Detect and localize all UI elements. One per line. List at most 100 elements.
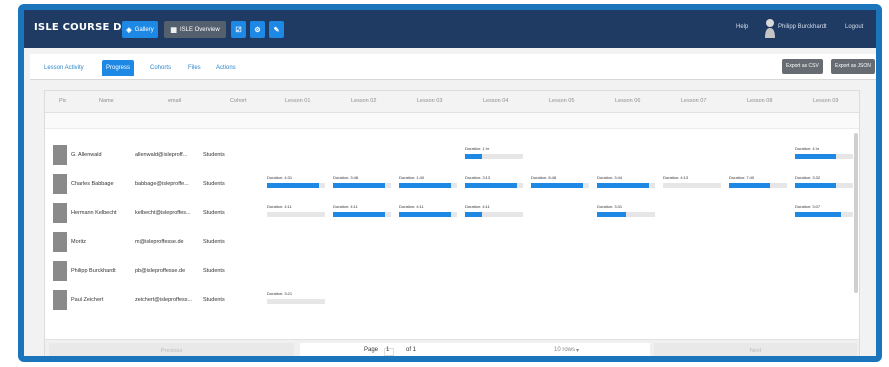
tab-files[interactable]: Files bbox=[184, 60, 205, 76]
session-progress[interactable]: Duration: 3:21 bbox=[267, 290, 327, 308]
progress-fill bbox=[795, 183, 836, 188]
lesson-label: ISLE Overview bbox=[179, 26, 220, 33]
edit-lesson-button[interactable]: ☑ bbox=[231, 21, 246, 38]
session-progress[interactable]: Duration: 4:11 bbox=[333, 203, 393, 221]
session-progress[interactable]: Duration: 1 hr bbox=[465, 145, 525, 163]
filter-row[interactable] bbox=[45, 113, 859, 129]
tab-cohorts[interactable]: Cohorts bbox=[146, 60, 175, 76]
avatar bbox=[53, 174, 67, 194]
student-cohort: Students bbox=[203, 297, 225, 303]
progress-track bbox=[597, 212, 655, 217]
tab-actions[interactable]: Actions bbox=[212, 60, 240, 76]
progress-track bbox=[333, 212, 391, 217]
table-row[interactable]: Charles Babbage babbage@isleproffe... Stud… bbox=[45, 170, 859, 198]
session-progress[interactable]: Duration: 4 hr bbox=[795, 145, 855, 163]
column-header[interactable]: Lesson 01 bbox=[285, 98, 310, 104]
column-header[interactable]: Lesson 07 bbox=[681, 98, 706, 104]
column-header[interactable]: Lesson 02 bbox=[351, 98, 376, 104]
export-csv-button[interactable]: Export as CSV bbox=[782, 59, 823, 74]
progress-fill bbox=[399, 183, 452, 188]
student-name: Paul Zeichert bbox=[71, 297, 104, 303]
gallery-icon: ◈ bbox=[126, 26, 132, 34]
session-progress[interactable]: Duration: 4:13 bbox=[663, 174, 723, 192]
table-row[interactable]: Philipp Burckhardt pb@isleproffesse.de Stu… bbox=[45, 257, 859, 285]
gallery-label: Gallery bbox=[134, 26, 154, 33]
column-header[interactable]: Pic bbox=[59, 98, 67, 104]
student-cohort: Students bbox=[203, 268, 225, 274]
progress-fill bbox=[465, 154, 483, 159]
student-email: babbage@isleproffe... bbox=[135, 181, 189, 187]
session-progress[interactable]: Duration: 3:31 bbox=[597, 203, 657, 221]
progress-track bbox=[267, 299, 325, 304]
session-progress[interactable]: Duration: 4:11 bbox=[465, 203, 525, 221]
student-name: Moritz bbox=[71, 239, 86, 245]
session-progress[interactable]: Duration: 8:48 bbox=[531, 174, 591, 192]
checkbox-icon: ☑ bbox=[235, 26, 242, 34]
pencil-icon: ✎ bbox=[273, 26, 280, 34]
progress-track bbox=[465, 154, 523, 159]
table-row[interactable]: Moritz m@isleproffesse.de Students bbox=[45, 228, 859, 256]
progress-track bbox=[597, 183, 655, 188]
progress-track bbox=[663, 183, 721, 188]
column-header[interactable]: Lesson 08 bbox=[747, 98, 772, 104]
tab-lesson-activity[interactable]: Lesson Activity bbox=[40, 60, 88, 76]
avatar bbox=[53, 261, 67, 281]
column-header[interactable]: Cohort bbox=[230, 98, 247, 104]
rows-per-page-select[interactable]: 10 rows bbox=[554, 347, 575, 353]
student-email: allenwald@isleproff... bbox=[135, 152, 188, 158]
session-progress[interactable]: Duration: 1:40 bbox=[399, 174, 459, 192]
session-progress[interactable]: Duration: 7:40 bbox=[729, 174, 789, 192]
session-duration: Duration: 4:11 bbox=[267, 204, 292, 209]
user-name[interactable]: Philipp Burckhardt bbox=[778, 24, 827, 30]
app-frame: ISLE COURSE DATA ◈ Gallery ▦ ISLE Overvi… bbox=[18, 4, 882, 362]
column-header[interactable]: Name bbox=[99, 98, 114, 104]
progress-fill bbox=[795, 212, 842, 217]
user-avatar-icon[interactable] bbox=[764, 18, 776, 38]
logout-link[interactable]: Logout bbox=[845, 24, 863, 30]
session-progress[interactable]: Duration: 3:44 bbox=[597, 174, 657, 192]
session-progress[interactable]: Duration: 4:11 bbox=[267, 203, 327, 221]
session-duration: Duration: 1:40 bbox=[399, 175, 425, 180]
session-progress[interactable]: Duration: 4:31 bbox=[267, 174, 327, 192]
avatar bbox=[53, 145, 67, 165]
column-header[interactable]: Lesson 04 bbox=[483, 98, 508, 104]
session-duration: Duration: 4:11 bbox=[399, 204, 424, 209]
session-duration: Duration: 4:13 bbox=[663, 175, 689, 180]
student-cohort: Students bbox=[203, 181, 225, 187]
help-link[interactable]: Help bbox=[736, 24, 748, 30]
table-row[interactable]: Hermann Kelbecht kelbecht@isleproffes... S… bbox=[45, 199, 859, 227]
progress-track bbox=[267, 183, 325, 188]
column-header[interactable]: Lesson 06 bbox=[615, 98, 640, 104]
lesson-button[interactable]: ▦ ISLE Overview bbox=[164, 21, 226, 38]
session-progress[interactable]: Duration: 3:48 bbox=[333, 174, 393, 192]
vertical-scrollbar[interactable] bbox=[854, 133, 858, 293]
previous-button[interactable]: Previous bbox=[49, 343, 294, 356]
student-email: pb@isleproffesse.de bbox=[135, 268, 186, 274]
pencil-button[interactable]: ✎ bbox=[269, 21, 284, 38]
progress-fill bbox=[795, 154, 836, 159]
progress-fill bbox=[333, 183, 386, 188]
progress-track bbox=[795, 212, 853, 217]
progress-track bbox=[267, 212, 325, 217]
table-row[interactable]: Paul Zeichert zeichert@isleproffess... Stu… bbox=[45, 286, 859, 314]
column-header[interactable]: Lesson 05 bbox=[549, 98, 574, 104]
progress-track bbox=[795, 154, 853, 159]
settings-button[interactable]: ⚙ bbox=[250, 21, 265, 38]
gallery-button[interactable]: ◈ Gallery bbox=[122, 21, 158, 38]
table-row[interactable]: G. Allenwald allenwald@isleproff... Studen… bbox=[45, 141, 859, 169]
tab-progress[interactable]: Progress bbox=[102, 60, 135, 76]
next-button[interactable]: Next bbox=[654, 343, 857, 356]
session-progress[interactable]: Duration: 3:32 bbox=[795, 174, 855, 192]
session-duration: Duration: 3:32 bbox=[795, 175, 821, 180]
page-label: Page bbox=[364, 347, 379, 353]
page-number: 1 bbox=[386, 347, 390, 353]
column-header[interactable]: email bbox=[168, 98, 181, 104]
column-header[interactable]: Lesson 09 bbox=[813, 98, 838, 104]
export-json-button[interactable]: Export as JSON bbox=[831, 59, 875, 74]
session-progress[interactable]: Duration: 4:11 bbox=[399, 203, 459, 221]
session-progress[interactable]: Duration: 3:07 bbox=[795, 203, 855, 221]
progress-track bbox=[531, 183, 589, 188]
progress-track bbox=[465, 212, 523, 217]
session-progress[interactable]: Duration: 3:13 bbox=[465, 174, 525, 192]
column-header[interactable]: Lesson 03 bbox=[417, 98, 442, 104]
